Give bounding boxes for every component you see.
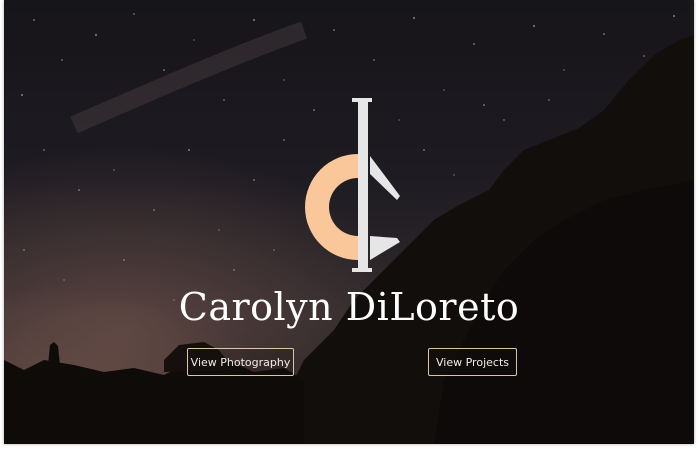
view-projects-button[interactable]: View Projects [428,348,517,376]
site-title: Carolyn DiLoreto [178,285,520,329]
hero-background: Carolyn DiLoreto View Photography View P… [4,0,694,444]
view-photography-button[interactable]: View Photography [187,348,294,376]
cd-monogram-icon [305,98,400,272]
